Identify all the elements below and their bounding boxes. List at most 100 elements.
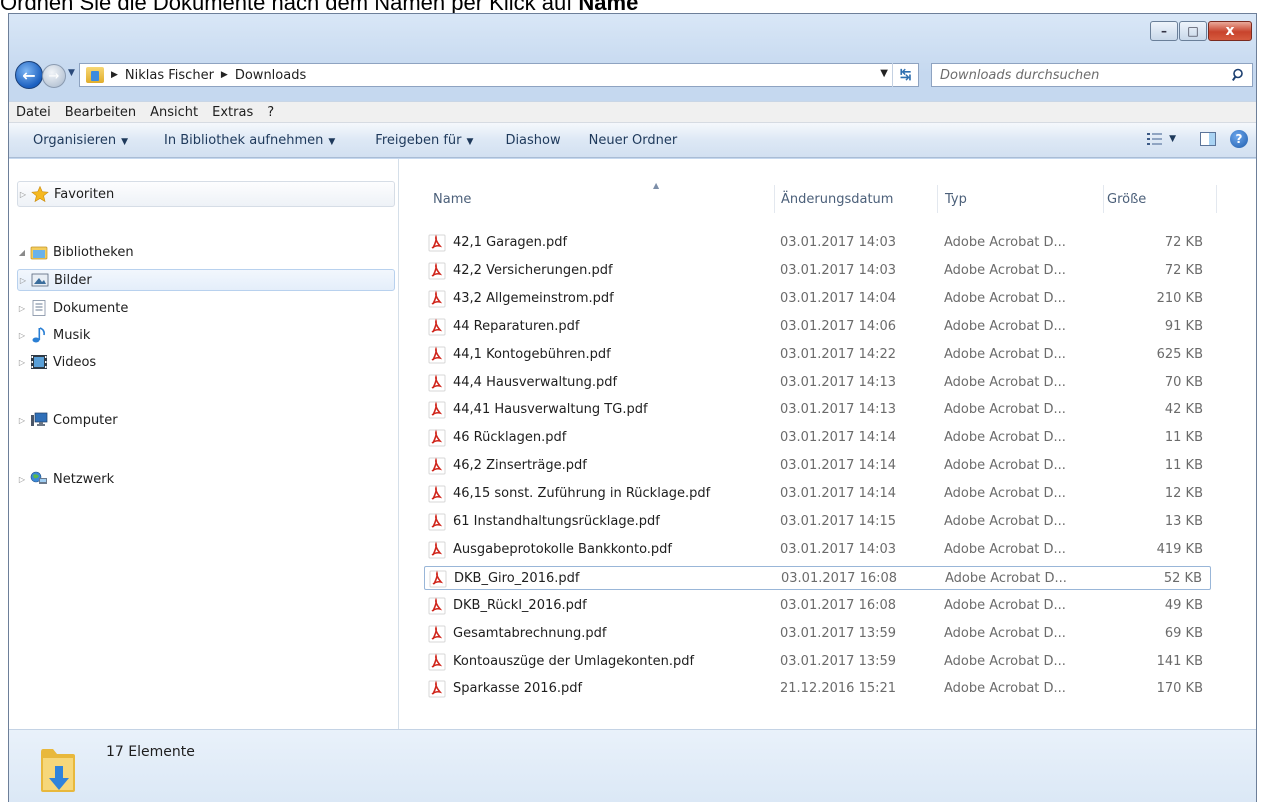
file-row[interactable]: Sparkasse 2016.pdf 21.12.2016 15:21 Adobe … — [424, 677, 1211, 701]
minimize-button[interactable]: – — [1150, 21, 1178, 41]
column-label-name: Name — [433, 192, 472, 207]
refresh-button[interactable]: ↹ — [892, 63, 918, 87]
collapse-arrow-icon[interactable]: ◢ — [17, 248, 27, 257]
back-button[interactable]: ← — [15, 61, 43, 89]
file-size: 419 KB — [1156, 541, 1203, 557]
view-dropdown-icon[interactable]: ▼ — [1169, 134, 1176, 144]
file-row[interactable]: 46,15 sonst. Zuführung in Rücklage.pdf 03… — [424, 482, 1211, 506]
column-header-date[interactable]: Änderungsdatum — [775, 159, 937, 213]
file-row[interactable]: 44,1 Kontogebühren.pdf 03.01.2017 14:22 Ad… — [424, 343, 1211, 367]
close-button[interactable]: x — [1208, 21, 1252, 41]
share-button[interactable]: Freigeben für ▼ — [347, 133, 485, 148]
address-row: ← → ▼ ▶ Niklas Fischer ▶ Downloads ▼ ↹ — [9, 59, 1256, 89]
nav-item-documents[interactable]: ▷ Dokumente — [17, 297, 395, 319]
address-bar[interactable]: ▶ Niklas Fischer ▶ Downloads ▼ ↹ — [79, 63, 919, 87]
file-row[interactable]: Kontoauszüge der Umlagekonten.pdf 03.01.2… — [424, 650, 1211, 674]
file-size: 91 KB — [1164, 318, 1203, 334]
command-bar: Organisieren ▼ In Bibliothek aufnehmen ▼ F… — [9, 123, 1256, 158]
file-size: 72 KB — [1164, 235, 1203, 250]
file-date: 21.12.2016 15:21 — [780, 681, 897, 697]
file-size: 170 KB — [1156, 681, 1203, 697]
expand-arrow-icon[interactable]: ▷ — [17, 475, 27, 484]
breadcrumb-separator-icon[interactable]: ▶ — [111, 70, 118, 80]
organize-button[interactable]: Organisieren ▼ — [9, 133, 140, 148]
file-row[interactable]: 42,2 Versicherungen.pdf 03.01.2017 14:03 A… — [424, 259, 1211, 283]
navigation-pane: ▷ Favoriten ◢ Bibliotheken ▷ Bilder ▷ Do… — [9, 159, 399, 729]
search-icon[interactable] — [1231, 67, 1247, 83]
column-header-size[interactable]: Größe — [1104, 159, 1216, 213]
file-row[interactable]: 43,2 Allgemeinstrom.pdf 03.01.2017 14:04 A… — [424, 287, 1211, 311]
column-separator[interactable] — [1216, 185, 1217, 213]
expand-arrow-icon[interactable]: ▷ — [17, 304, 27, 313]
downloads-folder-icon — [41, 749, 75, 792]
search-input[interactable] — [932, 67, 1222, 83]
expand-arrow-icon[interactable]: ▷ — [18, 276, 28, 285]
new-folder-button[interactable]: Neuer Ordner — [573, 133, 690, 148]
expand-arrow-icon[interactable]: ▷ — [17, 416, 27, 425]
sort-up-icon: ▲ — [653, 181, 660, 190]
file-type: Adobe Acrobat D... — [944, 402, 1066, 418]
include-library-label: In Bibliothek aufnehmen — [164, 132, 324, 148]
column-header-type[interactable]: Typ — [938, 159, 1103, 213]
pdf-file-icon — [428, 485, 446, 503]
file-date: 03.01.2017 14:13 — [780, 402, 897, 418]
view-options-icon[interactable] — [1147, 132, 1163, 146]
slideshow-button[interactable]: Diashow — [485, 133, 572, 148]
expand-arrow-icon[interactable]: ▷ — [17, 331, 27, 340]
nav-item-music[interactable]: ▷ Musik — [17, 324, 395, 346]
file-row[interactable]: DKB_Giro_2016.pdf 03.01.2017 16:08 Adobe A… — [424, 565, 1211, 590]
menu-view[interactable]: Ansicht — [143, 105, 205, 120]
file-type: Adobe Acrobat D... — [944, 235, 1066, 250]
file-name: 43,2 Allgemeinstrom.pdf — [453, 290, 614, 306]
expand-arrow-icon[interactable]: ▷ — [18, 190, 28, 199]
nav-item-videos[interactable]: ▷ Videos — [17, 351, 395, 373]
file-size: 69 KB — [1164, 625, 1203, 641]
nav-item-pictures[interactable]: ▷ Bilder — [17, 269, 395, 291]
breadcrumb-user[interactable]: Niklas Fischer — [125, 68, 214, 83]
help-icon[interactable]: ? — [1230, 130, 1248, 148]
file-row[interactable]: DKB_Rückl_2016.pdf 03.01.2017 16:08 Adobe … — [424, 594, 1211, 618]
nav-item-favorites[interactable]: ▷ Favoriten — [17, 181, 395, 207]
file-row[interactable]: Gesamtabrechnung.pdf 03.01.2017 13:59 Adob… — [424, 622, 1211, 646]
forward-button[interactable]: → — [42, 64, 66, 88]
nav-label-libraries: Bibliotheken — [53, 244, 134, 260]
file-row[interactable]: 46 Rücklagen.pdf 03.01.2017 14:14 Adobe Ac… — [424, 426, 1211, 450]
menu-help[interactable]: ? — [260, 105, 281, 120]
file-date: 03.01.2017 14:14 — [780, 458, 897, 474]
menu-edit[interactable]: Bearbeiten — [58, 105, 143, 120]
file-size: 72 KB — [1164, 262, 1203, 278]
file-size: 11 KB — [1164, 430, 1203, 446]
history-dropdown-icon[interactable]: ▼ — [68, 68, 75, 78]
menu-tools[interactable]: Extras — [205, 105, 260, 120]
file-row[interactable]: 44,4 Hausverwaltung.pdf 03.01.2017 14:13 A… — [424, 371, 1211, 395]
refresh-icon: ↹ — [899, 67, 912, 83]
file-row[interactable]: Ausgabeprotokolle Bankkonto.pdf 03.01.201… — [424, 538, 1211, 562]
file-row[interactable]: 42,1 Garagen.pdf 03.01.2017 14:03 Adobe Ac… — [424, 231, 1211, 255]
nav-item-libraries[interactable]: ◢ Bibliotheken — [17, 241, 395, 263]
pictures-icon — [31, 273, 49, 287]
file-row[interactable]: 44 Reparaturen.pdf 03.01.2017 14:06 Adobe … — [424, 315, 1211, 339]
preview-pane-icon[interactable] — [1200, 132, 1216, 146]
menu-file[interactable]: Datei — [9, 105, 58, 120]
minimize-icon: – — [1161, 24, 1167, 38]
maximize-button[interactable]: □ — [1179, 21, 1207, 41]
breadcrumb-downloads[interactable]: Downloads — [235, 68, 306, 83]
file-type: Adobe Acrobat D... — [944, 430, 1066, 446]
file-name: DKB_Giro_2016.pdf — [454, 570, 580, 586]
file-row[interactable]: 46,2 Zinserträge.pdf 03.01.2017 14:14 Adob… — [424, 454, 1211, 478]
pdf-file-icon — [428, 457, 446, 475]
expand-arrow-icon[interactable]: ▷ — [17, 358, 27, 367]
videos-icon — [31, 355, 47, 369]
breadcrumb-separator-icon[interactable]: ▶ — [221, 70, 228, 80]
file-type: Adobe Acrobat D... — [944, 597, 1066, 613]
include-library-button[interactable]: In Bibliothek aufnehmen ▼ — [140, 133, 347, 148]
file-size: 141 KB — [1156, 653, 1203, 669]
file-type: Adobe Acrobat D... — [944, 290, 1066, 306]
file-row[interactable]: 61 Instandhaltungsrücklage.pdf 03.01.2017… — [424, 510, 1211, 534]
column-header-name[interactable]: ▲ Name — [424, 159, 774, 213]
nav-item-computer[interactable]: ▷ Computer — [17, 409, 395, 431]
nav-item-network[interactable]: ▷ Netzwerk — [17, 468, 395, 490]
column-label-type: Typ — [945, 192, 967, 207]
file-row[interactable]: 44,41 Hausverwaltung TG.pdf 03.01.2017 14… — [424, 398, 1211, 422]
address-dropdown-icon[interactable]: ▼ — [880, 68, 888, 79]
